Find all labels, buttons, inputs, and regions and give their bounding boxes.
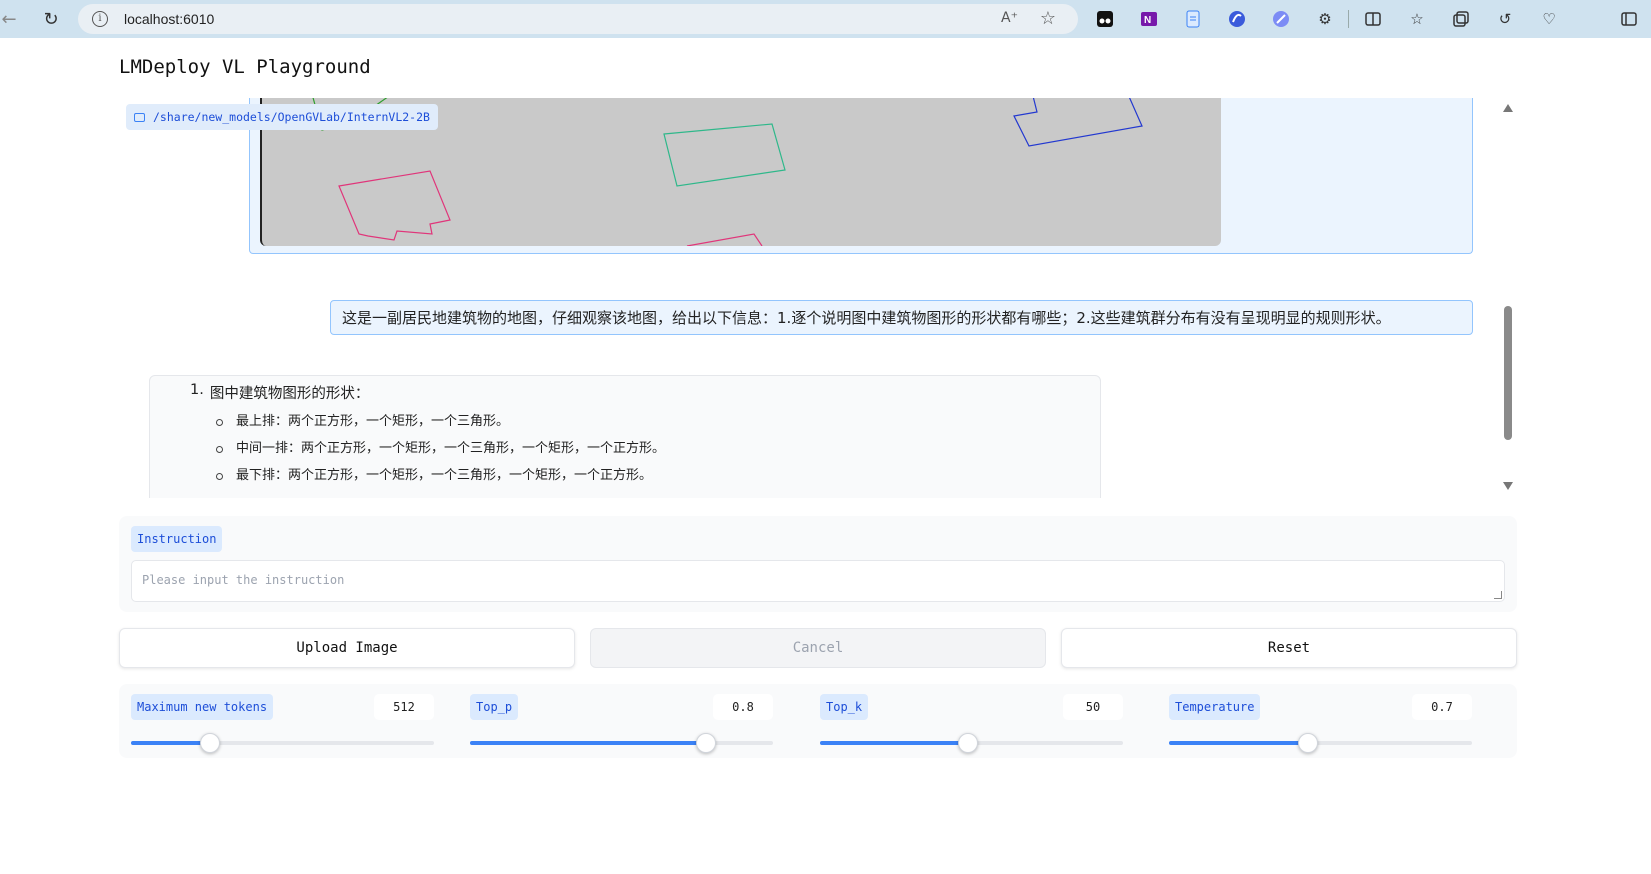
- read-aloud-icon[interactable]: A⁺: [1001, 10, 1018, 26]
- max-new-tokens-slider[interactable]: Maximum new tokens 512: [119, 684, 446, 758]
- sidebar-icon[interactable]: [1618, 8, 1640, 30]
- slider-track[interactable]: [820, 733, 1123, 753]
- instruction-textarea[interactable]: Please input the instruction: [131, 560, 1505, 602]
- top-p-slider[interactable]: Top_p 0.8: [458, 684, 785, 758]
- slider-track[interactable]: [1169, 733, 1472, 753]
- onenote-icon[interactable]: N: [1138, 8, 1160, 30]
- instruction-placeholder: Please input the instruction: [142, 573, 345, 587]
- reply-item-title: 图中建筑物图形的形状：: [209, 386, 370, 402]
- back-arrow-icon[interactable]: ←: [0, 4, 24, 34]
- instruction-panel: Instruction Please input the instruction: [119, 516, 1517, 612]
- reset-button[interactable]: Reset: [1061, 628, 1517, 668]
- reply-bullet: 中间一排：两个正方形，一个矩形，一个三角形，一个矩形，一个正方形。: [216, 436, 1100, 463]
- model-path-badge: /share/new_models/OpenGVLab/InternVL2-2B: [126, 104, 438, 130]
- slider-track[interactable]: [470, 733, 773, 753]
- generation-settings-panel: Maximum new tokens 512 Top_p 0.8 Top_k 5…: [119, 684, 1517, 758]
- browser-toolbar: ← ↻ i localhost:6010 A⁺ ☆ N ⚙ ☆ ↺ ♡: [0, 0, 1651, 38]
- scroll-up-arrow-icon[interactable]: [1503, 104, 1513, 112]
- top-k-slider[interactable]: Top_k 50: [808, 684, 1135, 758]
- tampermonkey-icon[interactable]: [1094, 8, 1116, 30]
- chatbot-panel[interactable]: /share/new_models/OpenGVLab/InternVL2-2B…: [119, 98, 1517, 498]
- slider-thumb[interactable]: [1298, 733, 1319, 753]
- copilot-icon[interactable]: [1226, 8, 1248, 30]
- scroll-down-arrow-icon[interactable]: [1503, 482, 1513, 490]
- slider-thumb[interactable]: [199, 733, 220, 753]
- top-k-input[interactable]: 50: [1063, 694, 1123, 720]
- favorites-icon[interactable]: ☆: [1406, 8, 1428, 30]
- chat-bubble-icon: [134, 112, 145, 122]
- top-p-label: Top_p: [470, 694, 519, 720]
- site-info-icon[interactable]: i: [92, 11, 108, 27]
- slider-fill: [131, 741, 210, 745]
- temperature-input[interactable]: 0.7: [1412, 694, 1472, 720]
- instruction-label: Instruction: [131, 526, 223, 552]
- history-icon[interactable]: ↺: [1494, 8, 1516, 30]
- temperature-label: Temperature: [1169, 694, 1261, 720]
- slider-fill: [820, 741, 969, 745]
- slider-thumb[interactable]: [696, 733, 717, 753]
- page-title: LMDeploy VL Playground: [119, 56, 371, 78]
- url-text[interactable]: localhost:6010: [124, 11, 214, 27]
- reply-bullet-list: 最上排：两个正方形，一个矩形，一个三角形。 中间一排：两个正方形，一个矩形，一个…: [216, 409, 1100, 490]
- reload-icon[interactable]: ↻: [36, 4, 66, 34]
- reply-item-number: 1.: [190, 382, 204, 398]
- max-new-tokens-input[interactable]: 512: [374, 694, 434, 720]
- user-text-message: 这是一副居民地建筑物的地图，仔细观察该地图，给出以下信息：1.逐个说明图中建筑物…: [330, 300, 1473, 335]
- document-icon[interactable]: [1182, 8, 1204, 30]
- bot-reply-message: 1. 图中建筑物图形的形状： 最上排：两个正方形，一个矩形，一个三角形。 中间一…: [149, 375, 1101, 498]
- model-path-text: /share/new_models/OpenGVLab/InternVL2-2B: [153, 110, 430, 124]
- extensions-puzzle-icon[interactable]: ⚙: [1314, 8, 1336, 30]
- reply-list-item: 1. 图中建筑物图形的形状：: [190, 382, 1100, 403]
- svg-text:N: N: [1144, 15, 1151, 26]
- temperature-slider[interactable]: Temperature 0.7: [1157, 684, 1484, 758]
- slider-fill: [1169, 741, 1309, 745]
- toolbar-divider: [1348, 10, 1349, 28]
- upload-image-button[interactable]: Upload Image: [119, 628, 575, 668]
- cancel-button[interactable]: Cancel: [590, 628, 1046, 668]
- reply-bullet: 最下排：两个正方形，一个矩形，一个三角形，一个矩形，一个正方形。: [216, 463, 1100, 490]
- slider-track[interactable]: [131, 733, 434, 753]
- scrollbar-thumb[interactable]: [1504, 306, 1512, 440]
- chat-scrollbar[interactable]: [1503, 100, 1515, 492]
- slider-thumb[interactable]: [958, 733, 979, 753]
- resize-handle-icon[interactable]: [1494, 591, 1502, 599]
- performance-icon[interactable]: ♡: [1538, 8, 1560, 30]
- collections-icon[interactable]: [1450, 8, 1472, 30]
- add-favorite-star-icon[interactable]: ☆: [1040, 8, 1056, 29]
- max-new-tokens-label: Maximum new tokens: [131, 694, 274, 720]
- address-bar[interactable]: i localhost:6010 A⁺ ☆: [78, 4, 1078, 34]
- pen-icon[interactable]: [1270, 8, 1292, 30]
- split-screen-icon[interactable]: [1362, 8, 1384, 30]
- top-p-input[interactable]: 0.8: [713, 694, 773, 720]
- reply-bullet: 最上排：两个正方形，一个矩形，一个三角形。: [216, 409, 1100, 436]
- top-k-label: Top_k: [820, 694, 869, 720]
- slider-fill: [470, 741, 707, 745]
